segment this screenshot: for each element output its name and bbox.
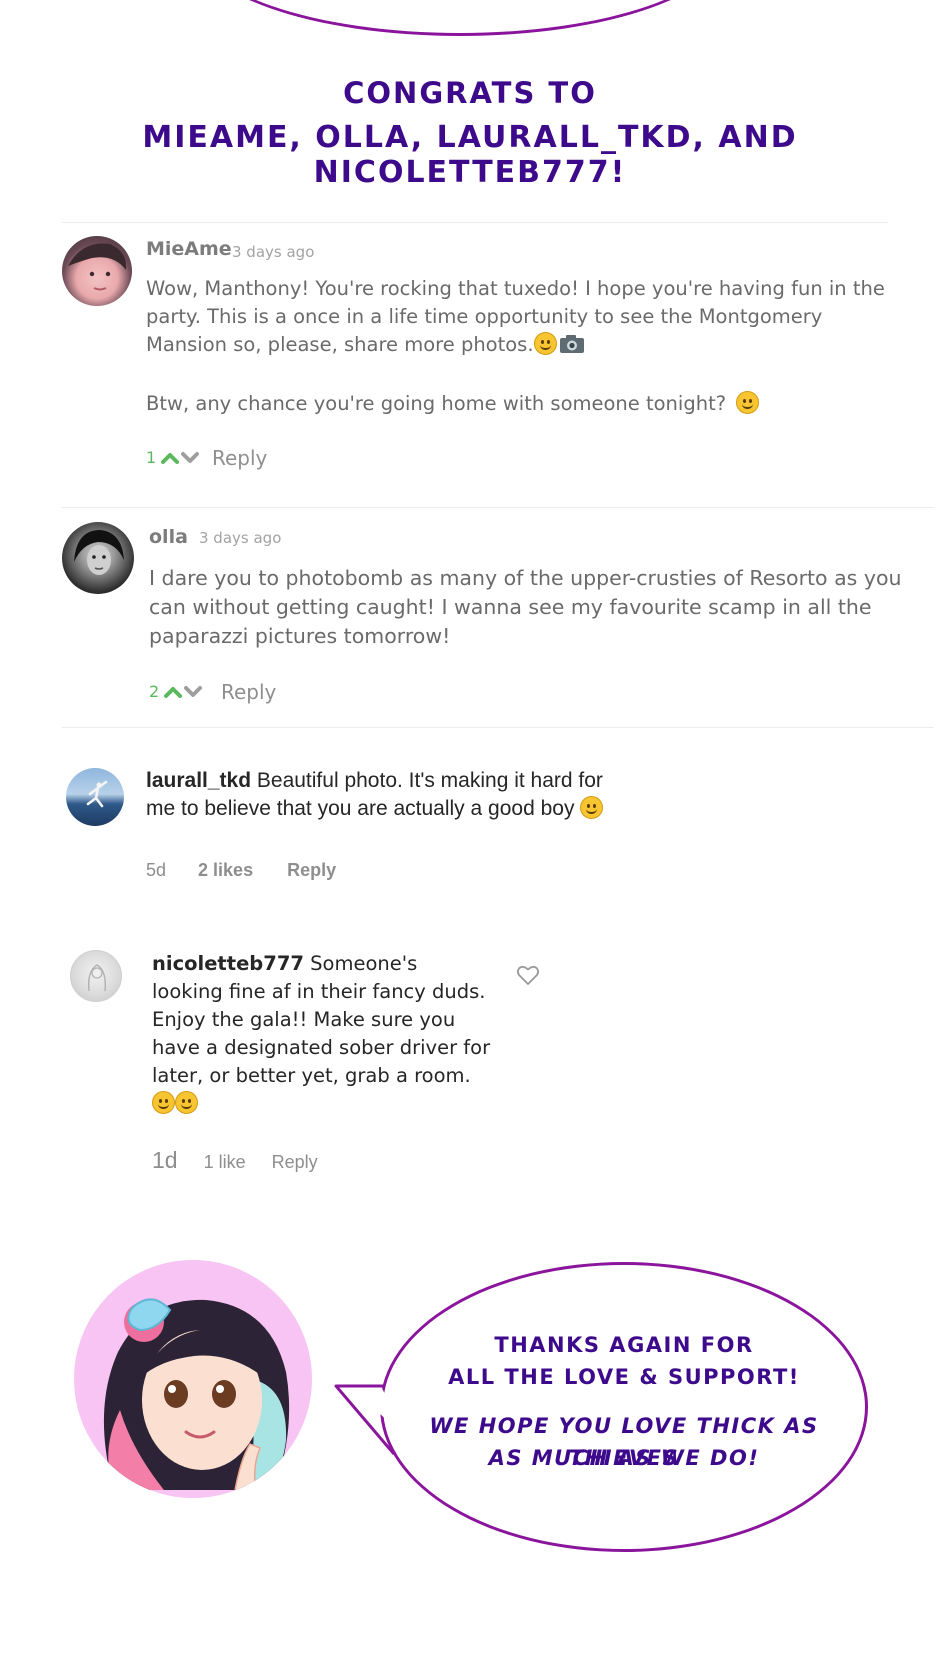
ig-comment-body: laurall_tkd Beautiful photo. It's making… bbox=[146, 767, 616, 823]
reply-button[interactable]: Reply bbox=[212, 446, 267, 470]
avatar[interactable] bbox=[62, 236, 132, 306]
closing-speech-bubble bbox=[380, 1262, 868, 1552]
comment-username[interactable]: MieAme bbox=[146, 238, 232, 260]
camera-icon bbox=[559, 335, 584, 353]
avatar-portrait-icon bbox=[74, 530, 124, 575]
comment-username[interactable]: olla bbox=[149, 526, 188, 548]
avatar-face-icon bbox=[68, 243, 127, 291]
ig-like-count[interactable]: 2 likes bbox=[198, 860, 253, 881]
avatar-figure-icon bbox=[86, 780, 108, 808]
ig-comment-meta: 1d 1 like Reply bbox=[152, 1147, 318, 1174]
reply-button[interactable]: Reply bbox=[221, 680, 276, 704]
character-portrait-icon bbox=[103, 1298, 290, 1497]
comment-body: Btw, any chance you're going home with s… bbox=[146, 390, 891, 418]
ig-comment-username[interactable]: nicoletteb777 bbox=[152, 952, 304, 975]
comment-timestamp: 3 days ago bbox=[232, 243, 315, 261]
divider bbox=[62, 222, 888, 223]
closing-line2: ALL THE LOVE & SUPPORT! bbox=[448, 1365, 800, 1389]
ig-comment-body: nicoletteb777 Someone's looking fine af … bbox=[152, 950, 492, 1118]
upvote-icon[interactable] bbox=[164, 685, 183, 699]
divider bbox=[62, 727, 934, 728]
ig-comment-username[interactable]: laurall_tkd bbox=[146, 769, 251, 792]
vote-count: 1 bbox=[146, 448, 157, 467]
downvote-icon[interactable] bbox=[184, 685, 203, 699]
comment-text: Btw, any chance you're going home with s… bbox=[146, 392, 727, 415]
emoji-smirk-icon bbox=[175, 1091, 198, 1114]
congrats-heading-line1: CONGRATS TO bbox=[343, 76, 597, 110]
ig-comment-meta: 5d 2 likes Reply bbox=[146, 860, 336, 881]
vote-controls: 2 bbox=[149, 682, 203, 701]
comment-timestamp: 3 days ago bbox=[199, 529, 282, 547]
avatar[interactable] bbox=[62, 522, 134, 594]
character-illustration bbox=[74, 1260, 312, 1498]
emoji-wink-icon bbox=[580, 796, 604, 819]
comment-body: Wow, Manthony! You're rocking that tuxed… bbox=[146, 275, 891, 359]
vote-controls: 1 bbox=[146, 448, 200, 467]
ig-like-count[interactable]: 1 like bbox=[204, 1152, 246, 1173]
top-speech-bubble bbox=[190, 0, 730, 36]
avatar[interactable] bbox=[66, 768, 124, 826]
divider bbox=[62, 507, 934, 508]
ig-comment-age: 1d bbox=[152, 1147, 178, 1173]
downvote-icon[interactable] bbox=[181, 451, 200, 465]
closing-line1: THANKS AGAIN FOR bbox=[494, 1333, 754, 1357]
closing-line4: AS MUCH AS WE DO! bbox=[488, 1446, 760, 1470]
congrats-heading-line2: MIEAME, OLLA, LAURALL_TKD, AND NICOLETTE… bbox=[142, 120, 798, 190]
emoji-grin-icon bbox=[533, 332, 557, 355]
avatar[interactable] bbox=[70, 950, 122, 1002]
emoji-wink-icon bbox=[736, 391, 760, 414]
emoji-wink-icon bbox=[152, 1091, 175, 1114]
comment-body: I dare you to photobomb as many of the u… bbox=[149, 566, 902, 648]
ig-comment-age: 5d bbox=[146, 860, 167, 880]
reply-button[interactable]: Reply bbox=[272, 1152, 318, 1173]
comment-text: Wow, Manthony! You're rocking that tuxed… bbox=[146, 277, 885, 356]
avatar-sketch-icon bbox=[87, 964, 107, 992]
reply-button[interactable]: Reply bbox=[287, 860, 336, 881]
vote-count: 2 bbox=[149, 682, 160, 701]
heart-icon[interactable] bbox=[516, 964, 540, 986]
upvote-icon[interactable] bbox=[161, 451, 180, 465]
